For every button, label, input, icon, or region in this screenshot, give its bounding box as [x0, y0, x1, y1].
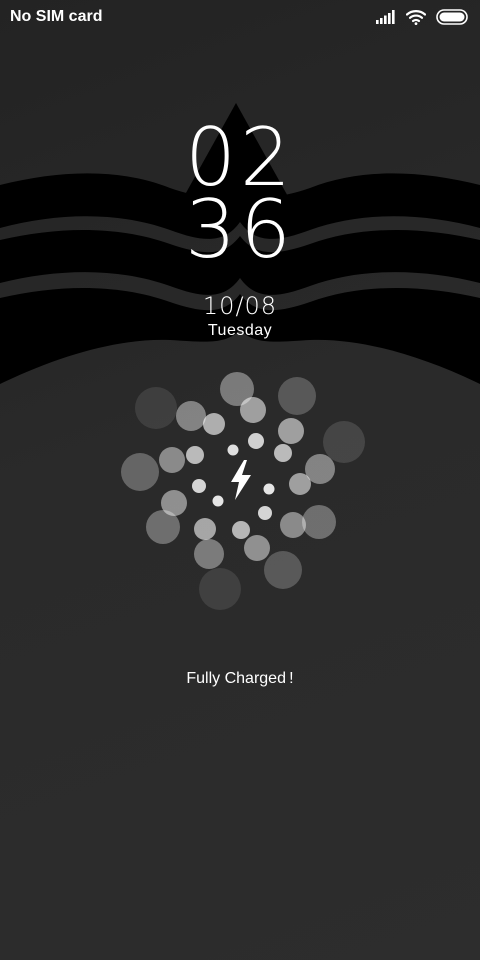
bubble [232, 521, 250, 539]
bubble [135, 387, 177, 429]
bubble [240, 397, 266, 423]
bubble [121, 453, 159, 491]
bubble [244, 535, 270, 561]
bubble [176, 401, 206, 431]
bubble [323, 421, 365, 463]
bubble [212, 495, 224, 507]
bubble [192, 479, 206, 493]
bubble [278, 418, 304, 444]
charge-status-label: Fully Charged ! [186, 670, 294, 687]
bubble [274, 444, 292, 462]
bubble [280, 512, 306, 538]
bubble [186, 446, 204, 464]
bubble [194, 518, 216, 540]
bubble [146, 510, 180, 544]
bubble [199, 568, 241, 610]
bubble [159, 447, 185, 473]
lightning-bolt-icon [231, 460, 251, 500]
bubble [248, 433, 264, 449]
bubble [258, 506, 272, 520]
bubble [302, 505, 336, 539]
bubble [194, 539, 224, 569]
bubble [263, 483, 275, 495]
bubble [289, 473, 311, 495]
charging-bubbles [121, 372, 365, 610]
bubble [203, 413, 225, 435]
lock-screen: No SIM card 02 36 10/08 Tuesday Fully Ch… [0, 0, 480, 960]
bubble [264, 551, 302, 589]
bubble [227, 444, 239, 456]
charging-animation [121, 372, 365, 610]
bubble [278, 377, 316, 415]
